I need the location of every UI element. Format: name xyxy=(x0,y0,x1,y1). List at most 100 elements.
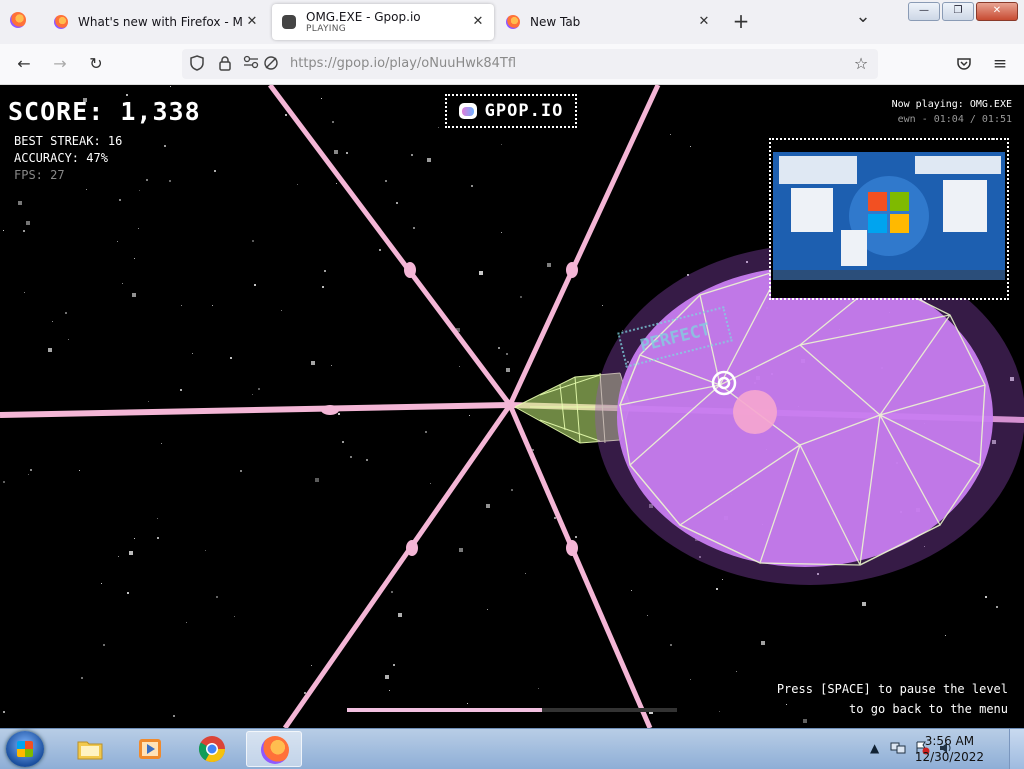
star xyxy=(803,719,807,723)
show-hidden-icon[interactable]: ▲ xyxy=(870,741,879,755)
beam-line xyxy=(0,402,511,418)
star xyxy=(467,703,468,704)
tab-new-tab[interactable]: New Tab ✕ xyxy=(496,4,720,40)
bookmark-star-icon[interactable]: ☆ xyxy=(852,55,870,73)
star xyxy=(3,230,4,231)
star xyxy=(479,271,483,275)
star xyxy=(139,190,140,191)
start-button[interactable] xyxy=(6,731,44,767)
star xyxy=(103,644,105,646)
star xyxy=(486,504,490,508)
tab-whats-new[interactable]: What's new with Firefox - More ✕ xyxy=(44,4,268,40)
lock-icon[interactable] xyxy=(216,55,234,73)
taskbar-item-explorer[interactable] xyxy=(62,731,118,767)
hint-line-2: to go back to the menu xyxy=(849,702,1008,716)
star xyxy=(134,538,135,539)
star xyxy=(127,592,129,594)
game-canvas[interactable]: SCORE: 1,338 BEST STREAK: 16 ACCURACY: 4… xyxy=(0,85,1024,728)
beam-node xyxy=(404,262,416,278)
star xyxy=(427,158,431,162)
firefox-icon xyxy=(10,12,26,28)
star xyxy=(996,606,998,608)
new-tab-button[interactable]: + xyxy=(730,10,752,32)
star xyxy=(350,456,352,458)
star xyxy=(169,180,171,182)
taskbar-item-firefox[interactable] xyxy=(246,731,302,767)
tab-bar: What's new with Firefox - More ✕ OMG.EXE… xyxy=(0,0,1024,44)
windows-logo-icon xyxy=(17,741,33,757)
gpop-logo[interactable]: GPOP.IO xyxy=(445,94,577,128)
video-preview[interactable] xyxy=(769,138,1009,300)
minimize-button[interactable]: — xyxy=(908,2,940,21)
tab-title: What's new with Firefox - More xyxy=(78,15,242,29)
star xyxy=(398,613,402,617)
url-scheme: https:// xyxy=(290,56,337,71)
clock[interactable]: 3:56 AM 12/30/2022 xyxy=(915,733,984,765)
star xyxy=(311,665,312,666)
star xyxy=(945,635,946,636)
star xyxy=(216,596,218,598)
fps-counter: FPS: 27 xyxy=(14,168,65,182)
song-progress-fill xyxy=(347,708,542,712)
star xyxy=(324,270,326,272)
star xyxy=(52,321,53,322)
star xyxy=(471,185,473,187)
taskbar-item-chrome[interactable] xyxy=(184,731,240,767)
star xyxy=(393,664,395,666)
permissions-icon[interactable] xyxy=(242,55,260,73)
pocket-icon[interactable] xyxy=(952,52,976,76)
star xyxy=(86,189,87,190)
star xyxy=(214,170,216,172)
chrome-icon xyxy=(198,736,226,763)
url-text[interactable]: https://gpop.io/play/oNuuHwk84Tfl xyxy=(290,56,516,71)
address-bar[interactable]: https://gpop.io/play/oNuuHwk84Tfl ☆ xyxy=(182,49,878,79)
folder-icon xyxy=(77,741,103,760)
show-desktop-button[interactable] xyxy=(1009,729,1024,769)
menu-icon[interactable]: ≡ xyxy=(988,52,1012,76)
star xyxy=(119,199,121,201)
star xyxy=(132,293,136,297)
firefox-view-button[interactable] xyxy=(10,12,28,30)
star xyxy=(862,602,866,606)
close-tab-icon[interactable]: ✕ xyxy=(470,14,486,30)
star xyxy=(126,94,128,96)
star xyxy=(385,180,387,182)
star xyxy=(3,711,5,713)
star xyxy=(430,483,431,484)
back-button[interactable]: ← xyxy=(12,52,36,76)
maximize-button[interactable]: ❐ xyxy=(942,2,974,21)
star xyxy=(146,179,148,181)
network-icon[interactable] xyxy=(890,741,906,758)
list-all-tabs-button[interactable]: ⌄ xyxy=(852,6,874,28)
reload-button[interactable]: ↻ xyxy=(84,52,108,76)
tab-omg-exe[interactable]: OMG.EXE - Gpop.io PLAYING ✕ xyxy=(272,4,494,40)
taskbar-item-media-player[interactable] xyxy=(122,731,178,767)
now-playing: Now playing: OMG.EXE ewn - 01:04 / 01:51 xyxy=(892,97,1012,127)
star xyxy=(148,401,149,402)
close-tab-icon[interactable]: ✕ xyxy=(244,14,260,30)
star xyxy=(117,241,118,242)
star xyxy=(525,573,526,574)
star xyxy=(647,615,648,616)
firefox-icon xyxy=(54,15,68,29)
star xyxy=(164,145,166,147)
star xyxy=(252,394,253,395)
star xyxy=(761,641,765,645)
beam-node xyxy=(566,262,578,278)
star xyxy=(602,305,603,306)
hint-line-1: Press [SPACE] to pause the level xyxy=(776,682,1008,696)
star xyxy=(331,365,332,366)
song-progress-bar xyxy=(347,708,677,712)
beam-node xyxy=(566,540,578,556)
shield-icon[interactable] xyxy=(188,55,206,73)
close-tab-icon[interactable]: ✕ xyxy=(696,14,712,30)
star xyxy=(459,548,463,552)
star xyxy=(631,590,632,591)
tracking-off-icon[interactable] xyxy=(262,55,280,73)
close-window-button[interactable]: ✕ xyxy=(976,2,1018,21)
star xyxy=(487,609,488,610)
forward-button[interactable]: → xyxy=(48,52,72,76)
star xyxy=(520,296,522,298)
star xyxy=(736,671,737,672)
artist-time: ewn - 01:04 / 01:51 xyxy=(897,114,1012,125)
